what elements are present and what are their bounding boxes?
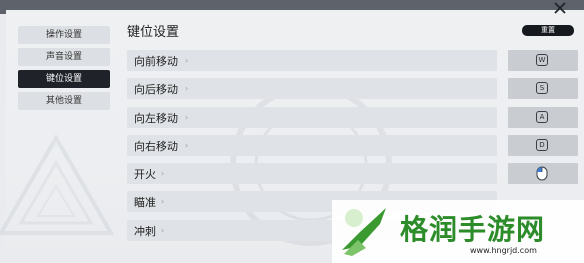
key-cap: W (536, 54, 548, 66)
key-cap: S (536, 82, 548, 95)
keybinding-row-forward[interactable]: 向前移动 › W (127, 50, 579, 71)
chevron-right-icon: › (185, 84, 189, 94)
close-icon (554, 2, 566, 14)
key-binding-button[interactable] (508, 163, 578, 185)
site-watermark: 格润手游网 www.hngrjd.com (332, 200, 584, 263)
sidebar-item-sound[interactable]: 声音设置 (18, 48, 110, 66)
action-label: 向前移动 (134, 55, 178, 68)
keybinding-row-left[interactable]: 向左移动 › A (127, 106, 579, 128)
reset-button[interactable]: 重置 (522, 25, 574, 36)
decorative-triangle-emblem (0, 134, 115, 235)
action-label: 向左移动 (134, 111, 178, 125)
watermark-url: www.hngrjd.com (470, 246, 537, 255)
watermark-brand: 格润手游网 (400, 213, 546, 246)
row-background (127, 134, 497, 156)
chevron-right-icon: › (161, 169, 165, 179)
close-button[interactable] (548, 0, 572, 16)
sidebar-item-other[interactable]: 其他设置 (18, 92, 110, 110)
key-binding-button[interactable]: W (508, 50, 578, 71)
keybinding-row-right[interactable]: 向右移动 › D (127, 134, 579, 156)
chevron-right-icon: › (185, 112, 189, 122)
chevron-right-icon: › (185, 56, 189, 65)
chevron-right-icon: › (161, 197, 165, 207)
key-binding-button[interactable]: A (508, 106, 578, 128)
action-label: 冲刺 (134, 224, 156, 238)
row-background (127, 50, 497, 71)
row-background (127, 163, 497, 185)
action-label: 瞄准 (134, 196, 156, 210)
key-binding-button[interactable]: S (508, 78, 578, 100)
row-background (127, 106, 497, 128)
key-binding-button[interactable]: D (508, 134, 578, 156)
chevron-right-icon: › (161, 225, 165, 235)
settings-sidebar: 操作设置 声音设置 键位设置 其他设置 (18, 26, 110, 114)
key-cap: A (536, 110, 548, 123)
key-cap: D (536, 138, 548, 151)
sidebar-item-keybindings[interactable]: 键位设置 (18, 70, 110, 88)
keybinding-row-fire[interactable]: 开火 › (127, 163, 579, 185)
mouse-left-icon (536, 166, 548, 181)
action-label: 向右移动 (134, 139, 178, 153)
page-title: 键位设置 (127, 25, 180, 40)
row-background (127, 78, 497, 100)
action-label: 开火 (134, 168, 156, 182)
keybinding-row-backward[interactable]: 向后移动 › S (127, 78, 579, 100)
watermark-logo-icon (342, 208, 386, 256)
sidebar-item-controls[interactable]: 操作设置 (18, 26, 110, 44)
chevron-right-icon: › (185, 140, 189, 150)
action-label: 向后移动 (134, 83, 178, 97)
